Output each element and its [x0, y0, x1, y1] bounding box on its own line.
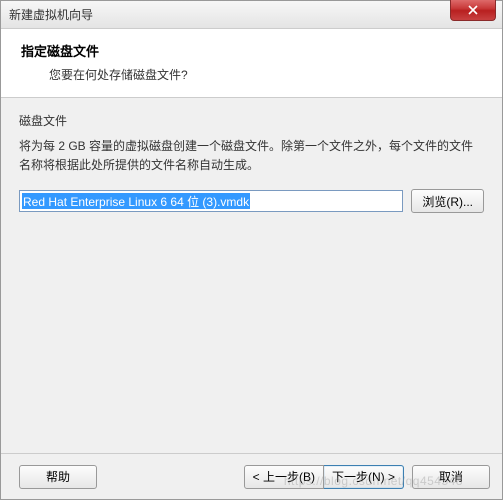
header-panel: 指定磁盘文件 您要在何处存储磁盘文件?: [1, 29, 502, 98]
body-panel: 磁盘文件 将为每 2 GB 容量的虚拟磁盘创建一个磁盘文件。除第一个文件之外，每…: [1, 98, 502, 453]
browse-button[interactable]: 浏览(R)...: [411, 189, 484, 213]
footer: 帮助 < 上一步(B) 下一步(N) > 取消: [1, 453, 502, 499]
next-button[interactable]: 下一步(N) >: [324, 465, 404, 489]
section-label: 磁盘文件: [19, 112, 484, 129]
window-title: 新建虚拟机向导: [9, 6, 93, 23]
nav-button-group: < 上一步(B) 下一步(N) >: [244, 465, 404, 489]
close-icon: [468, 5, 478, 15]
page-title: 指定磁盘文件: [21, 41, 486, 60]
titlebar: 新建虚拟机向导: [1, 1, 502, 29]
section-description: 将为每 2 GB 容量的虚拟磁盘创建一个磁盘文件。除第一个文件之外，每个文件的文…: [19, 137, 484, 175]
disk-file-input[interactable]: Red Hat Enterprise Linux 6 64 位 (3).vmdk: [19, 190, 403, 212]
back-button[interactable]: < 上一步(B): [244, 465, 324, 489]
disk-file-value: Red Hat Enterprise Linux 6 64 位 (3).vmdk: [22, 193, 250, 209]
page-subtitle: 您要在何处存储磁盘文件?: [49, 66, 486, 83]
file-row: Red Hat Enterprise Linux 6 64 位 (3).vmdk…: [19, 189, 484, 213]
wizard-window: 新建虚拟机向导 指定磁盘文件 您要在何处存储磁盘文件? 磁盘文件 将为每 2 G…: [0, 0, 503, 500]
cancel-button[interactable]: 取消: [412, 465, 490, 489]
close-button[interactable]: [450, 0, 496, 21]
help-button[interactable]: 帮助: [19, 465, 97, 489]
